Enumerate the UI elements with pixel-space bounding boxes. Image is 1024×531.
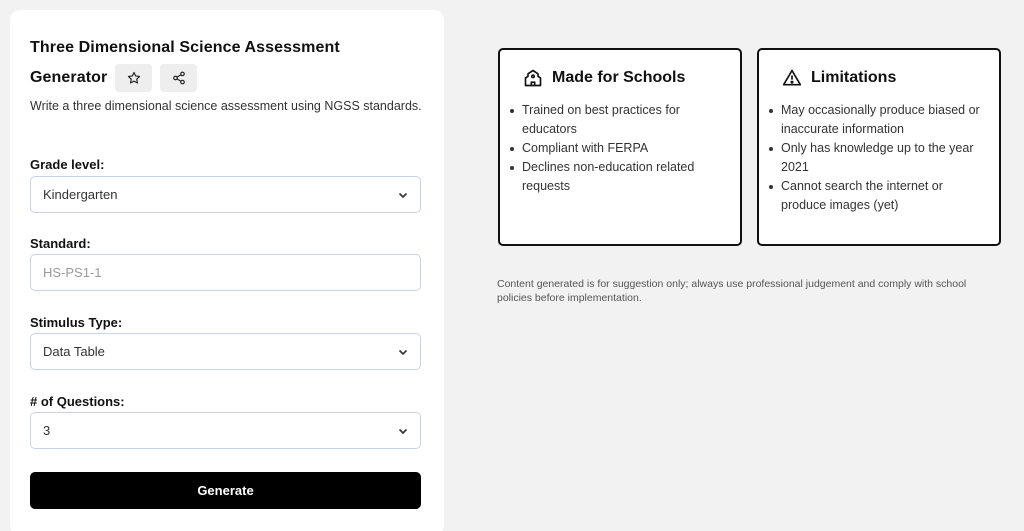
- num-questions-select[interactable]: 3: [30, 412, 421, 449]
- chevron-down-icon: [398, 190, 408, 200]
- limitations-list: May occasionally produce biased or inacc…: [759, 101, 985, 215]
- star-icon: [127, 71, 140, 84]
- list-item: Declines non-education related requests: [510, 158, 726, 196]
- tool-description: Write a three dimensional science assess…: [30, 99, 422, 113]
- made-for-schools-title: Made for Schools: [552, 69, 686, 86]
- grade-level-select[interactable]: Kindergarten: [30, 176, 421, 213]
- page-title: Three Dimensional Science Assessment Gen…: [30, 33, 410, 93]
- standard-label: Standard:: [30, 236, 91, 251]
- grade-level-value: Kindergarten: [43, 187, 118, 202]
- chevron-down-icon: [398, 347, 408, 357]
- title-line-2: Generator: [30, 69, 108, 86]
- made-for-schools-list: Trained on best practices for educators …: [500, 101, 726, 196]
- disclaimer-text: Content generated is for suggestion only…: [497, 278, 967, 304]
- standard-input[interactable]: HS-PS1-1: [30, 254, 421, 291]
- share-icon: [173, 71, 185, 85]
- stimulus-type-select[interactable]: Data Table: [30, 333, 421, 370]
- stimulus-type-label: Stimulus Type:: [30, 315, 123, 330]
- share-button[interactable]: [160, 64, 198, 92]
- list-item: Trained on best practices for educators: [510, 101, 726, 139]
- generate-button[interactable]: Generate: [30, 472, 421, 509]
- limitations-title: Limitations: [811, 69, 897, 86]
- list-item: Only has knowledge up to the year 2021: [769, 139, 985, 177]
- assessment-form-card: Three Dimensional Science Assessment Gen…: [10, 10, 444, 531]
- list-item: Cannot search the internet or produce im…: [769, 177, 985, 215]
- favorite-button[interactable]: [115, 64, 153, 92]
- stimulus-type-value: Data Table: [43, 344, 105, 359]
- list-item: Compliant with FERPA: [510, 139, 726, 158]
- limitations-card: Limitations May occasionally produce bia…: [757, 48, 1001, 246]
- made-for-schools-card: Made for Schools Trained on best practic…: [498, 48, 742, 246]
- title-line-1: Three Dimensional Science Assessment: [30, 39, 340, 56]
- warning-icon: [782, 69, 802, 86]
- num-questions-label: # of Questions:: [30, 394, 125, 409]
- school-icon: [524, 69, 542, 87]
- num-questions-value: 3: [43, 423, 51, 438]
- list-item: May occasionally produce biased or inacc…: [769, 101, 985, 139]
- grade-level-label: Grade level:: [30, 157, 105, 172]
- chevron-down-icon: [398, 426, 408, 436]
